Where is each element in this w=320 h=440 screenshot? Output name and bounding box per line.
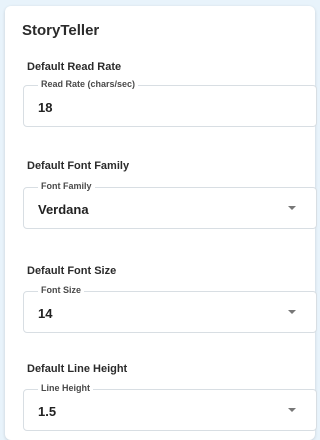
font-family-value: Verdana [38, 202, 89, 217]
font-size-label: Font Size [38, 285, 84, 295]
read-rate-label: Read Rate (chars/sec) [38, 79, 139, 89]
chevron-down-icon[interactable] [288, 310, 296, 314]
section-title-line-height: Default Line Height [27, 363, 128, 375]
chevron-down-icon[interactable] [288, 408, 296, 412]
settings-card: StoryTeller Default Read Rate Read Rate … [5, 6, 317, 440]
font-size-value: 14 [38, 306, 53, 321]
read-rate-value[interactable]: 18 [38, 100, 52, 115]
app-title: StoryTeller [22, 22, 100, 39]
chevron-down-icon[interactable] [288, 206, 296, 210]
font-family-label: Font Family [38, 181, 95, 191]
line-height-value: 1.5 [38, 404, 57, 419]
section-title-read-rate: Default Read Rate [27, 61, 122, 73]
read-rate-input[interactable]: Read Rate (chars/sec) 18 [23, 79, 317, 127]
font-size-select[interactable]: Font Size 14 [23, 285, 317, 333]
font-family-select[interactable]: Font Family Verdana [23, 181, 317, 229]
section-title-font-size: Default Font Size [27, 265, 117, 277]
line-height-label: Line Height [38, 383, 93, 393]
section-title-font-family: Default Font Family [27, 160, 130, 172]
line-height-select[interactable]: Line Height 1.5 [23, 383, 317, 431]
